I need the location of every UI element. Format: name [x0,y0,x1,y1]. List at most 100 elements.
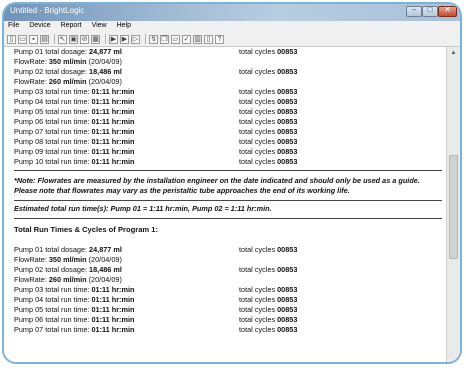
save-icon[interactable]: ▪ [29,34,38,44]
row-measure: Pump 05 total run time: 01:11 hr:min [14,305,134,315]
row-cycles: total cycles 00853 [239,295,297,305]
divider [14,170,442,171]
row-date: (20/04/09) [86,77,122,86]
cycles-label: total cycles [239,137,278,146]
row-measure: Pump 02 total dosage: 18,486 ml [14,67,122,77]
row-measure: Pump 09 total run time: 01:11 hr:min [14,147,134,157]
report-row: FlowRate: 350 ml/min (20/04/09) [14,57,446,67]
row-cycles: total cycles 00853 [239,97,297,107]
title-bar[interactable]: Untitled - BrightLogic – □ ✕ [4,4,460,21]
play-step-icon[interactable]: ▷ [131,34,140,44]
row-label: Pump 04 total run time: [14,97,92,106]
row-measure: Pump 03 total run time: 01:11 hr:min [14,87,134,97]
screenshot-frame: Untitled - BrightLogic – □ ✕ File Device… [0,0,466,369]
check-icon[interactable]: ✓ [182,34,191,44]
row-label: Pump 05 total run time: [14,107,92,116]
close-button[interactable]: ✕ [438,5,457,17]
row-cycles: total cycles 00853 [239,47,297,57]
row-value: 260 ml/min [48,77,87,86]
menu-report[interactable]: Report [57,21,86,29]
pointer-icon[interactable]: ↖ [58,34,67,44]
menu-device[interactable]: Device [25,21,54,29]
report-row: Pump 06 total run time: 01:11 hr:min tota… [14,117,446,127]
row-value: 350 ml/min [48,57,87,66]
select-icon[interactable]: ▣ [69,34,78,44]
row-label: Pump 02 total dosage: [14,265,90,274]
cycles-value: 00853 [277,245,298,254]
row-value: 01:11 hr:min [91,97,135,106]
copy-icon[interactable]: ❐ [160,34,169,44]
cycles-value: 00853 [277,157,298,166]
row-value: 01:11 hr:min [91,107,135,116]
open-folder-icon[interactable]: ▭ [18,34,27,44]
row-cycles: total cycles 00853 [239,325,297,335]
row-measure: Pump 06 total run time: 01:11 hr:min [14,117,134,127]
cycles-label: total cycles [239,147,278,156]
print-icon[interactable]: ▤ [40,34,49,44]
menu-view[interactable]: View [88,21,111,29]
report-row: Pump 07 total run time: 01:11 hr:min tota… [14,325,446,335]
new-doc-icon[interactable]: ▯ [7,34,16,44]
row-cycles: total cycles 00853 [239,117,297,127]
row-cycles: total cycles 00853 [239,107,297,117]
cycles-label: total cycles [239,315,278,324]
cycles-label: total cycles [239,325,278,334]
play-icon[interactable]: ▶ [109,34,118,44]
scrollbar-thumb[interactable] [449,155,458,259]
menu-help[interactable]: Help [113,21,135,29]
maximize-button[interactable]: □ [422,5,438,17]
row-label: FlowRate: [14,77,49,86]
report-document: Pump 01 total dosage: 24,877 ml total cyc… [14,47,446,335]
toolbar-separator [145,34,146,44]
row-cycles: total cycles 00853 [239,265,297,275]
row-value: 01:11 hr:min [91,117,135,126]
report-row: Pump 02 total dosage: 18,486 ml total cyc… [14,265,446,275]
row-value: 01:11 hr:min [91,157,135,166]
row-value: 01:11 hr:min [91,87,135,96]
row-measure: Pump 07 total run time: 01:11 hr:min [14,127,134,137]
pump-list-top: Pump 01 total dosage: 24,877 ml total cyc… [14,47,446,167]
vertical-scrollbar[interactable]: ▲ [446,47,460,362]
minimize-button[interactable]: – [406,5,422,17]
row-value: 01:11 hr:min [91,295,135,304]
row-label: Pump 06 total run time: [14,117,92,126]
paste-icon[interactable]: ▱ [171,34,180,44]
grid-icon[interactable]: ▦ [91,34,100,44]
pump-list-program1: Pump 01 total dosage: 24,877 ml total cyc… [14,245,446,335]
scroll-up-arrow-icon[interactable]: ▲ [447,47,460,59]
row-label: Pump 04 total run time: [14,295,92,304]
row-label: Pump 03 total run time: [14,87,92,96]
zoom-icon[interactable]: ⊘ [80,34,89,44]
cycles-label: total cycles [239,305,278,314]
connect-icon[interactable]: ↯ [149,34,158,44]
cycles-label: total cycles [239,117,278,126]
flowrate-note-line1: *Note: Flowrates are measured by the ins… [14,176,420,185]
help-icon[interactable]: ? [215,34,224,44]
row-label: Pump 02 total dosage: [14,67,90,76]
cycles-value: 00853 [277,87,298,96]
play-all-icon[interactable]: ▶ [120,34,129,44]
cycles-label: total cycles [239,127,278,136]
flowrate-note-line2: Please note that flowrates may vary as t… [14,186,350,195]
row-value: 01:11 hr:min [91,147,135,156]
report-row: Pump 04 total run time: 01:11 hr:min tota… [14,295,446,305]
window-title: Untitled - BrightLogic [10,6,85,15]
row-cycles: total cycles 00853 [239,157,297,167]
print-preview-icon[interactable]: ▥ [193,34,202,44]
menu-bar: File Device Report View Help [4,21,460,32]
toolbar: ▯ ▭ ▪ ▤ ↖ ▣ ⊘ ▦ ▶ ▶ ▷ ↯ ❐ ▱ ✓ ▥ ▯? [4,32,460,47]
page-icon[interactable]: ▯ [204,34,213,44]
row-measure: Pump 08 total run time: 01:11 hr:min [14,137,134,147]
cycles-value: 00853 [277,325,298,334]
menu-file[interactable]: File [4,21,23,29]
section-title: Total Run Times & Cycles of Program 1: [14,225,159,234]
row-measure: Pump 05 total run time: 01:11 hr:min [14,107,134,117]
cycles-value: 00853 [277,285,298,294]
report-view[interactable]: Pump 01 total dosage: 24,877 ml total cyc… [4,47,451,362]
row-measure: Pump 03 total run time: 01:11 hr:min [14,285,134,295]
row-measure: Pump 10 total run time: 01:11 hr:min [14,157,134,167]
report-row: Pump 02 total dosage: 18,486 ml total cyc… [14,67,446,77]
cycles-label: total cycles [239,157,278,166]
cycles-value: 00853 [277,295,298,304]
toolbar-separator [54,34,55,44]
